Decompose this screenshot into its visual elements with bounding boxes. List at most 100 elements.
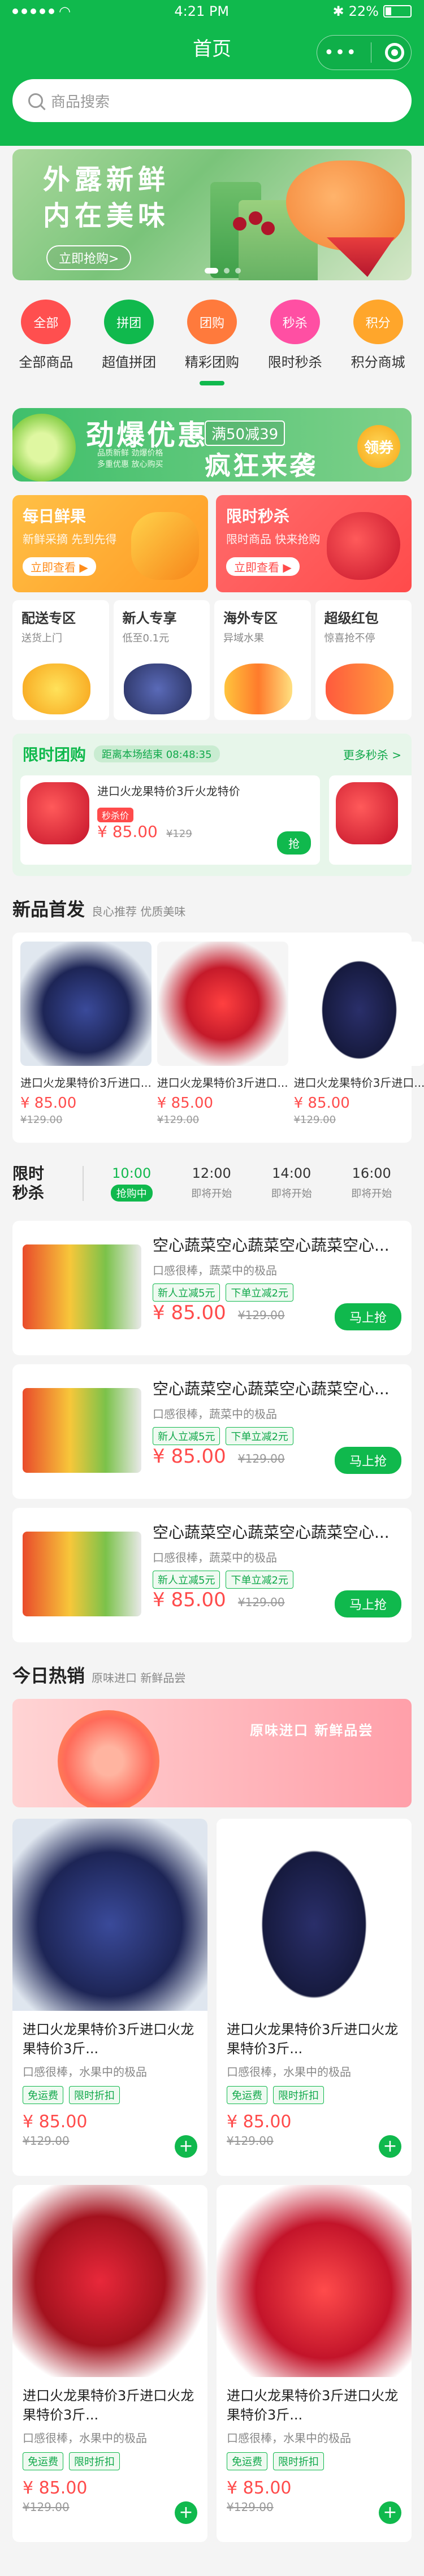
zone-subtitle: 异域水果 [223, 632, 264, 644]
category-points-mall[interactable]: 积分 积分商城 [339, 300, 417, 371]
product-card[interactable]: 进口火龙果特价3斤进口... ¥ 85.00 ¥129.00 [20, 942, 152, 1134]
category-group-buy[interactable]: 拼团 超值拼团 [90, 300, 168, 371]
nav-bar: 首页 ••• [0, 23, 424, 71]
battery-percent: 22% [348, 3, 379, 19]
flash-product-card[interactable]: 空心蔬菜空心蔬菜空心蔬菜空心... 口感很棒，蔬菜中的极品 新人立减5元 下单立… [12, 1221, 412, 1355]
wifi-icon: ◠ [59, 3, 71, 19]
product-card[interactable]: 进口火龙果特价3斤进口火龙果特价3斤... 口感很棒，水果中的极品 免运费 限时… [217, 2185, 412, 2542]
flash-title: 限时 [12, 1164, 45, 1183]
zone-overseas[interactable]: 海外专区 异域水果 [214, 600, 311, 720]
more-icon[interactable]: ••• [324, 43, 357, 63]
product-desc: 口感很棒，蔬菜中的极品 [153, 1551, 277, 1564]
promo-tag: 限时折扣 [69, 2086, 120, 2104]
product-price: ¥ 85.00 [227, 2112, 292, 2132]
flash-title: 秒杀 [12, 1183, 45, 1202]
view-now-button[interactable]: 立即查看 ▶ [23, 557, 96, 576]
product-name: 进口火龙果特价3斤火龙特价 [97, 784, 240, 798]
product-name: 进口火龙果特价3斤进口火龙果特价3斤... [23, 2388, 194, 2423]
mango-image [131, 512, 199, 580]
add-to-cart-icon[interactable]: + [379, 2501, 401, 2524]
flash-sale-card[interactable]: 限时秒杀 限时商品 快来抢购 立即查看 ▶ [216, 495, 412, 592]
promo-tag: 新人立减5元 [153, 1427, 220, 1445]
battery-icon [383, 5, 412, 18]
group-product-card[interactable]: 进口火龙果特价3斤火龙特价 秒杀价 ¥ 85.00 ¥129 抢 [20, 775, 320, 865]
product-old-price: ¥129.00 [23, 2500, 70, 2514]
zone-delivery[interactable]: 配送专区 送货上门 [12, 600, 109, 720]
zone-newcomer[interactable]: 新人专享 低至0.1元 [113, 600, 210, 720]
product-price: ¥ 85.00 [153, 1302, 226, 1324]
product-price: ¥ 85.00 [23, 2478, 88, 2498]
product-old-price: ¥129 [166, 828, 192, 840]
product-card[interactable]: 进口火龙果特价3斤进口... ¥ 85.00 ¥129.00 [157, 942, 288, 1134]
buy-now-button[interactable]: 马上抢 [334, 1590, 401, 1617]
add-to-cart-icon[interactable]: + [379, 2135, 401, 2158]
product-price: ¥ 85.00 [20, 1095, 77, 1112]
search-input[interactable]: 商品搜索 [12, 79, 412, 122]
category-label: 精彩团购 [184, 354, 239, 370]
promo-tag: 免运费 [23, 2452, 63, 2470]
header: ◠ 4:21 PM ✱ 22% 首页 ••• 商品搜索 [0, 0, 424, 146]
product-old-price: ¥129.00 [237, 1452, 285, 1465]
tab-slot-1600[interactable]: 16:00 即将开始 [332, 1165, 412, 1202]
zone-subtitle: 低至0.1元 [122, 632, 170, 644]
add-to-cart-icon[interactable]: + [175, 2135, 197, 2158]
category-label: 全部商品 [19, 354, 73, 370]
vegetable-image [23, 1244, 141, 1329]
banner-cta-button[interactable]: 立即抢购> [46, 245, 132, 270]
grape-image [217, 1819, 412, 2011]
lemon-image [23, 663, 90, 714]
more-flash-link[interactable]: 更多秒杀 > [343, 746, 401, 762]
buy-now-button[interactable]: 马上抢 [334, 1447, 401, 1474]
promo-tag: 下单立减2元 [226, 1427, 293, 1445]
view-now-button[interactable]: 立即查看 ▶ [226, 557, 300, 576]
product-card[interactable]: 进口火龙果特价3斤进口火龙果特价3斤... 口感很棒，水果中的极品 免运费 限时… [217, 1819, 412, 2176]
hero-banner[interactable]: 外露新鲜 内在美味 立即抢购> [12, 149, 412, 280]
hot-products-header: 今日热销 原味进口 新鲜品尝 [12, 1662, 412, 1688]
daily-fresh-card[interactable]: 每日鲜果 新鲜采摘 先到先得 立即查看 ▶ [12, 495, 208, 592]
blueberry-image [12, 1819, 207, 2011]
search-placeholder: 商品搜索 [51, 93, 110, 111]
product-price: ¥ 85.00 [293, 1095, 350, 1112]
product-card[interactable]: 进口火龙果特价3斤进口火龙果特价3斤... 口感很棒，水果中的极品 免运费 限时… [12, 2185, 207, 2542]
new-products-list: 进口火龙果特价3斤进口... ¥ 85.00 ¥129.00 进口火龙果特价3斤… [12, 933, 424, 1143]
cherry-image [249, 211, 262, 225]
promo-banner[interactable]: 劲爆优惠 满50减39 疯狂来袭 品质新鲜 劲爆价格 多重优惠 放心购买 领券 [12, 408, 412, 482]
close-miniprogram-icon[interactable] [385, 43, 405, 62]
product-card[interactable]: 进口火龙果特价3斤进口... ¥ 85.00 ¥129.00 [293, 942, 424, 1134]
product-old-price: ¥129.00 [23, 2134, 70, 2148]
zone-title: 新人专享 [122, 610, 177, 626]
zone-subtitle: 送货上门 [21, 632, 62, 644]
points-icon: 积分 [353, 300, 403, 344]
grab-button[interactable]: 抢 [277, 831, 311, 855]
product-name: 空心蔬菜空心蔬菜空心蔬菜空心... [153, 1523, 390, 1542]
tab-slot-1400[interactable]: 14:00 即将开始 [252, 1165, 332, 1202]
tab-slot-1200[interactable]: 12:00 即将开始 [172, 1165, 252, 1202]
category-flash-sale[interactable]: 秒杀 限时秒杀 [256, 300, 334, 371]
promo-tag: 下单立减2元 [226, 1283, 293, 1302]
banner-title-line1: 外露新鲜 [43, 164, 170, 196]
strawberry-bowl-image [157, 942, 288, 1066]
team-buy-icon: 团购 [187, 300, 237, 344]
zone-red-packet[interactable]: 超级红包 惊喜抢不停 [315, 600, 412, 720]
product-name: 进口火龙果特价3斤进口火龙果特价3斤... [23, 2022, 194, 2057]
banner-title-line2: 内在美味 [43, 200, 170, 232]
buy-now-button[interactable]: 马上抢 [334, 1303, 401, 1330]
coupon-button[interactable]: 领券 [357, 425, 400, 468]
strawberry-image [27, 782, 89, 844]
hot-products-grid: 进口火龙果特价3斤进口火龙果特价3斤... 口感很棒，水果中的极品 免运费 限时… [12, 1819, 412, 2542]
product-old-price: ¥129.00 [237, 1595, 285, 1609]
status-time: 4:21 PM [174, 3, 230, 19]
category-team-buy[interactable]: 团购 精彩团购 [173, 300, 251, 371]
flash-product-card[interactable]: 空心蔬菜空心蔬菜空心蔬菜空心... 口感很棒，蔬菜中的极品 新人立减5元 下单立… [12, 1364, 412, 1499]
tab-slot-1000[interactable]: 10:00 抢购中 [92, 1165, 172, 1202]
group-product-card[interactable] [329, 775, 412, 865]
product-name: 进口火龙果特价3斤进口... [293, 1076, 424, 1090]
blueberry-image [20, 942, 152, 1066]
flash-product-card[interactable]: 空心蔬菜空心蔬菜空心蔬菜空心... 口感很棒，蔬菜中的极品 新人立减5元 下单立… [12, 1508, 412, 1642]
zone-title: 海外专区 [223, 610, 278, 626]
category-all[interactable]: 全部 全部商品 [7, 300, 85, 371]
product-card[interactable]: 进口火龙果特价3斤进口火龙果特价3斤... 口感很棒，水果中的极品 免运费 限时… [12, 1819, 207, 2176]
group-buy-title: 限时团购 [23, 745, 86, 764]
hot-banner[interactable]: 原味进口 新鲜品尝 [12, 1699, 412, 1807]
add-to-cart-icon[interactable]: + [175, 2501, 197, 2524]
